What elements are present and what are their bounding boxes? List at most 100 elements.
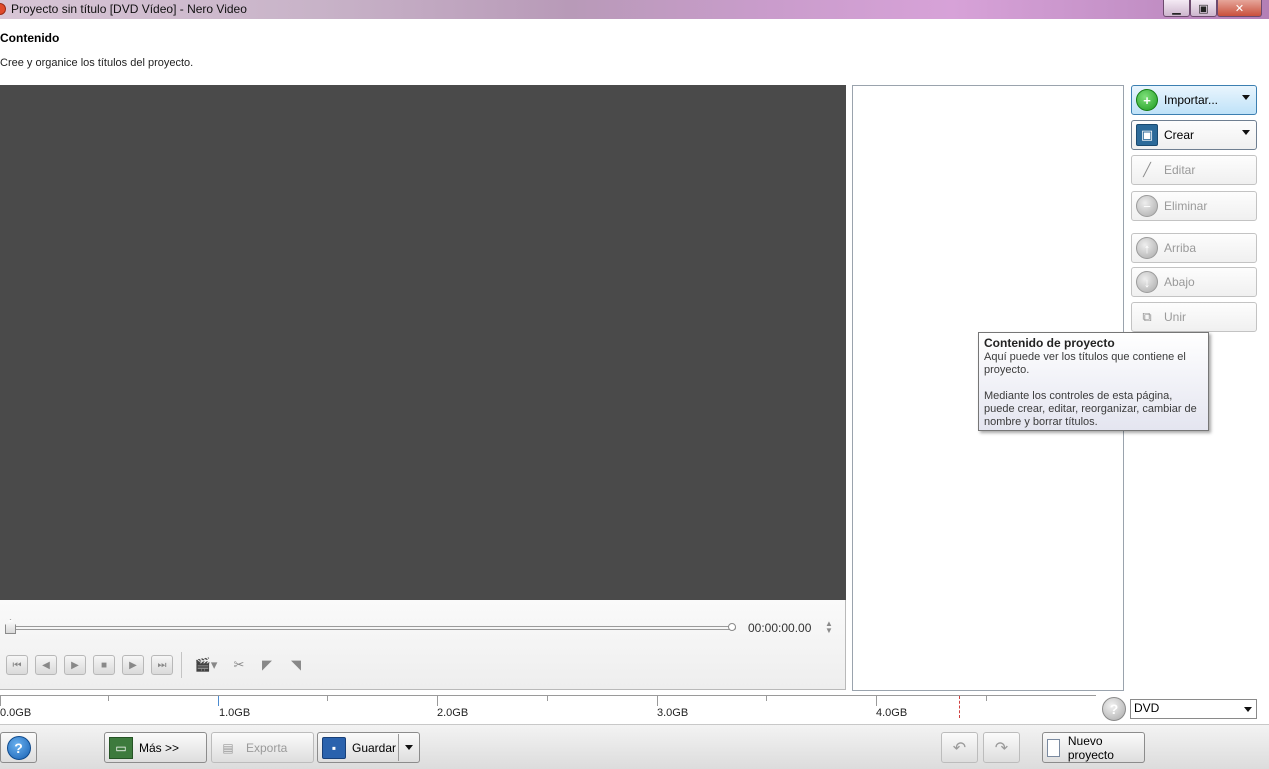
tooltip-line-2: Mediante los controles de esta página, p…	[984, 390, 1197, 428]
window-title: Proyecto sin título [DVD Vídeo] - Nero V…	[11, 2, 247, 16]
import-button[interactable]: + Importar...	[1131, 85, 1257, 115]
play-button[interactable]: ▶	[64, 655, 86, 675]
player-controls-panel	[0, 600, 846, 690]
arrow-up-icon: ↑	[1136, 237, 1158, 259]
chevron-down-icon	[1244, 707, 1252, 712]
redo-icon: ↷	[994, 739, 1009, 757]
capacity-help-button[interactable]: ?	[1102, 697, 1126, 721]
go-to-start-button[interactable]: ⏮	[6, 655, 28, 675]
next-frame-icon: ▶	[129, 659, 137, 671]
chevron-down-icon	[1242, 130, 1250, 135]
add-icon: +	[1136, 89, 1158, 111]
capacity-label: 3.0GB	[657, 707, 689, 719]
merge-button[interactable]: ⧉ Unir	[1131, 302, 1257, 332]
page-title: Contenido	[0, 31, 60, 45]
capacity-ruler: 0.0GB 1.0GB 2.0GB 3.0GB 4.0GB	[0, 695, 1096, 723]
move-up-label: Arriba	[1164, 241, 1197, 255]
arrow-down-icon: ↓	[1136, 271, 1158, 293]
help-button[interactable]: ?	[0, 732, 37, 763]
merge-icon: ⧉	[1142, 309, 1152, 324]
capacity-tick	[547, 696, 548, 701]
timecode-spinner[interactable]: ▲ ▼	[823, 620, 835, 636]
help-icon: ?	[6, 735, 31, 760]
seek-bar[interactable]	[8, 626, 736, 630]
previous-frame-button[interactable]: ◀	[35, 655, 57, 675]
capacity-tick	[327, 696, 328, 701]
stop-button[interactable]: ■	[93, 655, 115, 675]
chapter-menu-button[interactable]: 🎬▾	[190, 655, 222, 675]
previous-frame-icon: ◀	[42, 659, 50, 671]
disc-capacity-limit	[959, 696, 960, 718]
more-button[interactable]: ▭ Más >>	[104, 732, 207, 763]
pencil-icon: ╱	[1143, 162, 1151, 177]
capacity-tick	[766, 696, 767, 701]
new-project-button[interactable]: Nuevo proyecto	[1042, 732, 1145, 763]
edit-button[interactable]: ╱ Editar	[1131, 155, 1257, 185]
go-to-end-button[interactable]: ⏭	[151, 655, 173, 675]
move-down-label: Abajo	[1164, 275, 1195, 289]
mark-out-button[interactable]: ◥	[285, 655, 307, 675]
minimize-button[interactable]: ▁	[1163, 0, 1190, 17]
capacity-tick	[437, 696, 438, 706]
seek-end-marker	[728, 623, 736, 631]
mark-in-icon: ◤	[262, 657, 272, 672]
capacity-label: 0.0GB	[0, 707, 32, 719]
capacity-tick	[876, 696, 877, 706]
floppy-disk-icon: ▪	[322, 736, 346, 759]
title-bar: Proyecto sin título [DVD Vídeo] - Nero V…	[0, 0, 1269, 19]
cut-button[interactable]: ✂	[228, 655, 250, 675]
save-button[interactable]: ▪ Guardar	[317, 732, 420, 763]
mark-out-icon: ◥	[291, 657, 301, 672]
capacity-label: 4.0GB	[876, 707, 908, 719]
chevron-down-icon	[1242, 95, 1250, 100]
nero-app-icon[interactable]	[0, 3, 6, 15]
tooltip-line-1: Aquí puede ver los títulos que contiene …	[984, 351, 1186, 376]
play-icon: ▶	[71, 659, 79, 671]
capacity-position-marker	[218, 696, 219, 706]
maximize-icon: ▣	[1198, 2, 1209, 15]
create-button[interactable]: ▣ Crear	[1131, 120, 1257, 150]
merge-label: Unir	[1164, 310, 1187, 324]
video-preview	[0, 85, 846, 600]
close-button[interactable]: ✕	[1217, 0, 1262, 17]
capacity-label: 1.0GB	[219, 707, 251, 719]
save-label: Guardar	[352, 740, 397, 755]
capacity-baseline	[0, 695, 1096, 696]
capacity-tick	[986, 696, 987, 701]
delete-label: Eliminar	[1164, 199, 1208, 213]
timecode: 00:00:00.00	[748, 621, 812, 635]
close-icon: ✕	[1234, 2, 1245, 15]
mark-in-button[interactable]: ◤	[256, 655, 278, 675]
delete-button[interactable]: − Eliminar	[1131, 191, 1257, 221]
capacity-tick	[657, 696, 658, 706]
next-frame-button[interactable]: ▶	[122, 655, 144, 675]
save-split-divider	[398, 734, 399, 761]
film-icon: ▣	[1136, 124, 1158, 146]
stop-icon: ■	[100, 659, 108, 671]
export-film-icon: ▤	[222, 740, 234, 755]
clapperboard-icon: 🎬▾	[194, 657, 218, 672]
move-down-button[interactable]: ↓ Abajo	[1131, 267, 1257, 297]
disc-type-select[interactable]: DVD	[1130, 699, 1257, 719]
capacity-label: 2.0GB	[437, 707, 469, 719]
new-project-label: Nuevo proyecto	[1067, 733, 1114, 762]
capacity-tick	[0, 696, 1, 706]
maximize-button[interactable]: ▣	[1190, 0, 1217, 17]
go-to-end-icon: ⏭	[157, 659, 167, 671]
export-button[interactable]: ▤ Exporta	[211, 732, 314, 763]
help-icon: ?	[1109, 701, 1119, 717]
create-label: Crear	[1164, 128, 1195, 142]
tooltip-title: Contenido de proyecto	[984, 336, 1115, 350]
import-label: Importar...	[1164, 93, 1219, 107]
more-label: Más >>	[139, 740, 180, 755]
project-content-tooltip: Contenido de proyecto Aquí puede ver los…	[978, 332, 1209, 431]
redo-button[interactable]: ↷	[983, 732, 1020, 763]
document-icon	[1047, 738, 1060, 757]
scissors-icon: ✂	[233, 657, 245, 672]
minimize-icon: ▁	[1172, 2, 1181, 15]
player-separator	[181, 652, 182, 678]
move-up-button[interactable]: ↑ Arriba	[1131, 233, 1257, 263]
undo-icon: ↶	[952, 739, 967, 757]
undo-button[interactable]: ↶	[941, 732, 978, 763]
edit-label: Editar	[1164, 163, 1196, 177]
